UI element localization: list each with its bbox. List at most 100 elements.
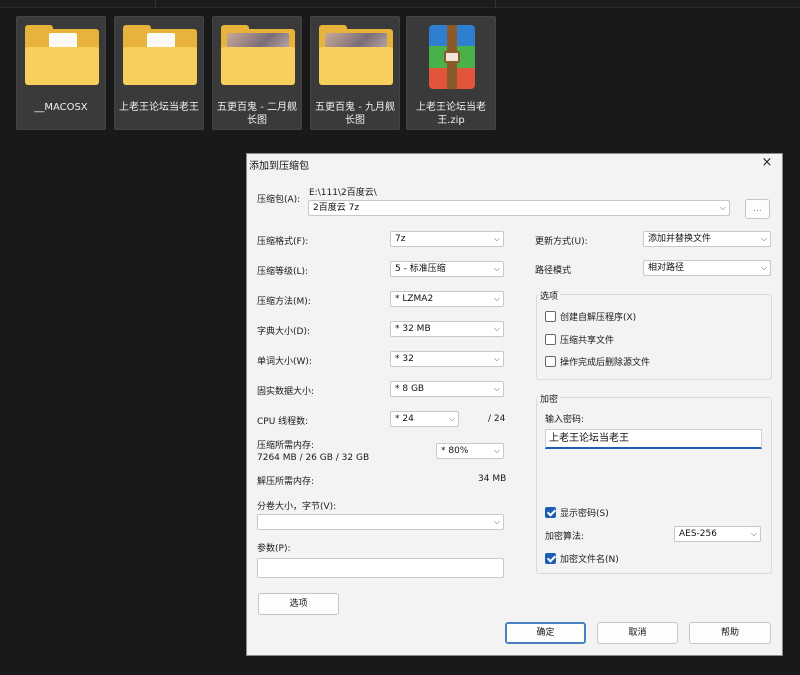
word-label: 单词大小(W): [257,357,312,367]
dict-value: * 32 MB [395,324,431,334]
solid-label: 固实数据大小: [257,387,315,397]
password-input[interactable]: 上老王论坛当老王 [545,429,762,449]
format-label: 压缩格式(F): [257,237,309,247]
file-name: 五更百鬼 - 二月舰长图 [217,102,297,126]
split-select[interactable]: ⌵ [257,514,504,530]
toolbar-divider [495,0,496,8]
format-select[interactable]: 7z ⌵ [390,231,504,247]
mem-comp-label: 压缩所需内存: [257,441,315,451]
help-button[interactable]: 帮助 [689,622,771,644]
archive-name-combo[interactable]: 2百度云 7z ⌵ [308,200,730,216]
photo-folder-icon [319,25,393,87]
chevron-down-icon: ⌵ [493,354,500,363]
level-select[interactable]: 5 - 标准压缩 ⌵ [390,261,504,277]
path-mode-value: 相对路径 [648,263,685,273]
word-value: * 32 [395,354,414,364]
photo-folder-icon [221,25,295,87]
chevron-down-icon: ⌵ [493,517,500,526]
file-item-photo-folder[interactable]: 五更百鬼 - 九月舰长图 [310,16,400,130]
mem-usage-select[interactable]: * 80% ⌵ [436,443,504,459]
method-select[interactable]: * LZMA2 ⌵ [390,291,504,307]
password-label: 输入密码: [545,415,585,425]
checkbox-checked-icon [545,507,556,518]
checkbox-checked-icon [545,553,556,564]
archive-label: 压缩包(A): [257,195,301,205]
cancel-button[interactable]: 取消 [597,622,678,644]
level-value: 5 - 标准压缩 [395,264,446,274]
chevron-down-icon: ⌵ [493,264,500,273]
shared-files-checkbox[interactable]: 压缩共享文件 [545,333,614,346]
mem-comp-detail: 7264 MB / 26 GB / 32 GB [257,453,370,463]
browse-button[interactable]: ... [745,199,770,219]
mem-decomp-value: 34 MB [478,474,507,484]
dialog-title: 添加到压缩包 [249,161,309,172]
folder-icon [123,25,197,87]
chevron-down-icon: ⌵ [493,324,500,333]
checkbox-icon [545,356,556,367]
cpu-label: CPU 线程数: [257,417,309,427]
mem-decomp-label: 解压所需内存: [257,477,315,487]
file-name: 五更百鬼 - 九月舰长图 [315,102,395,126]
method-value: * LZMA2 [395,294,434,304]
params-input[interactable] [257,558,504,578]
word-select[interactable]: * 32 ⌵ [390,351,504,367]
chevron-down-icon: ⌵ [760,234,767,243]
checkbox-icon [545,311,556,322]
file-name: 上老王论坛当老王 [119,102,199,113]
dict-label: 字典大小(D): [257,327,310,337]
chevron-down-icon: ⌵ [493,294,500,303]
options-button[interactable]: 选项 [258,593,339,615]
add-to-archive-dialog: 添加到压缩包 × 压缩包(A): E:\111\2百度云\ 2百度云 7z ⌵ … [246,153,783,656]
delete-after-label: 操作完成后删除源文件 [560,358,651,368]
chevron-down-icon: ⌵ [719,203,726,212]
close-icon[interactable]: × [760,156,774,170]
toolbar-divider [155,0,156,8]
path-mode-select[interactable]: 相对路径 ⌵ [643,260,771,276]
chevron-down-icon: ⌵ [760,263,767,272]
file-name: __MACOSX [34,102,88,113]
chevron-down-icon: ⌵ [448,414,455,423]
sfx-label: 创建自解压程序(X) [560,313,637,323]
delete-after-checkbox[interactable]: 操作完成后删除源文件 [545,355,650,368]
update-select[interactable]: 添加并替换文件 ⌵ [643,231,771,247]
show-password-label: 显示密码(S) [560,509,609,519]
sfx-checkbox[interactable]: 创建自解压程序(X) [545,310,636,323]
solid-value: * 8 GB [395,384,425,394]
options-group-title: 选项 [538,289,561,302]
encryption-group-title: 加密 [538,392,561,405]
ok-button[interactable]: 确定 [505,622,586,644]
encryption-method-select[interactable]: AES-256 ⌵ [674,526,761,542]
chevron-down-icon: ⌵ [493,446,500,455]
split-label: 分卷大小，字节(V): [257,502,337,512]
archive-name-value: 2百度云 7z [313,203,360,213]
file-item-zip[interactable]: 上老王论坛当老王.zip [406,16,496,130]
mem-usage-value: * 80% [441,446,469,456]
solid-select[interactable]: * 8 GB ⌵ [390,381,504,397]
format-value: 7z [395,234,406,244]
checkbox-icon [545,334,556,345]
encryption-method-value: AES-256 [679,529,717,539]
update-value: 添加并替换文件 [648,234,712,244]
path-mode-label: 路径模式 [535,266,572,276]
encrypt-names-checkbox[interactable]: 加密文件名(N) [545,552,619,565]
show-password-checkbox[interactable]: 显示密码(S) [545,506,609,519]
chevron-down-icon: ⌵ [493,234,500,243]
archive-icon [415,25,489,89]
level-label: 压缩等级(L): [257,267,309,277]
explorer-toolbar-strip [0,0,800,8]
dict-select[interactable]: * 32 MB ⌵ [390,321,504,337]
chevron-down-icon: ⌵ [750,529,757,538]
file-item-photo-folder[interactable]: 五更百鬼 - 二月舰长图 [212,16,302,130]
params-label: 参数(P): [257,544,291,554]
archive-path: E:\111\2百度云\ [309,188,377,198]
encrypt-names-label: 加密文件名(N) [560,555,619,565]
file-name: 上老王论坛当老王.zip [416,102,486,126]
chevron-down-icon: ⌵ [493,384,500,393]
encryption-method-label: 加密算法: [545,532,585,542]
file-item-macosx[interactable]: __MACOSX [16,16,106,130]
shared-files-label: 压缩共享文件 [560,336,615,346]
folder-icon [25,25,99,87]
cpu-select[interactable]: * 24 ⌵ [390,411,459,427]
cpu-value: * 24 [395,414,414,424]
file-item-folder[interactable]: 上老王论坛当老王 [114,16,204,130]
